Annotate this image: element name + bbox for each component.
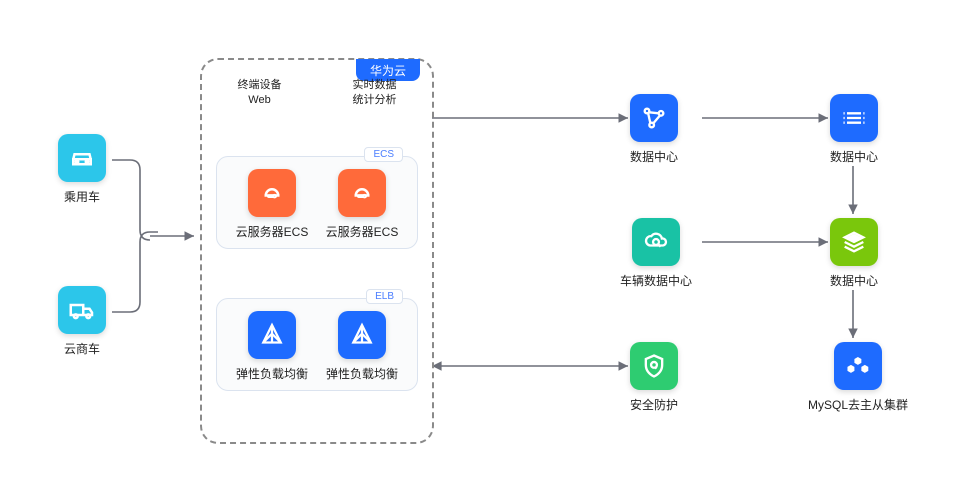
node-truck: 云商车 bbox=[58, 286, 106, 357]
ecs-item-1: 云服务器ECS bbox=[236, 169, 309, 240]
node-r3a: 安全防护 bbox=[630, 342, 678, 413]
elb-item-2: 弹性负载均衡 bbox=[326, 311, 398, 382]
ecs-group: ECS 云服务器ECS 云服务器ECS bbox=[216, 156, 418, 249]
ecs-tag: ECS bbox=[364, 147, 403, 162]
node-r2b: 数据中心 bbox=[830, 218, 878, 289]
node-r1a: 数据中心 bbox=[630, 94, 678, 165]
elb-tag: ELB bbox=[366, 289, 403, 304]
ecs-icon bbox=[248, 169, 296, 217]
shield-icon bbox=[630, 342, 678, 390]
node-r1b: 数据中心 bbox=[830, 94, 878, 165]
ecs-item-2: 云服务器ECS bbox=[326, 169, 399, 240]
layer-icon bbox=[830, 218, 878, 266]
main-headers: 终端设备Web 实时数据统计分析 bbox=[202, 78, 432, 109]
node-r2a: 车辆数据中心 bbox=[620, 218, 692, 289]
ecs-icon bbox=[338, 169, 386, 217]
elb-item-1: 弹性负载均衡 bbox=[236, 311, 308, 382]
elb-group: ELB 弹性负载均衡 弹性负载均衡 bbox=[216, 298, 418, 391]
car-icon bbox=[58, 134, 106, 182]
node-car: 乘用车 bbox=[58, 134, 106, 205]
hdr-2: 实时数据统计分析 bbox=[353, 78, 397, 109]
node-r3b: MySQL去主从集群 bbox=[808, 342, 908, 413]
cloud-search-icon bbox=[632, 218, 680, 266]
car-label: 乘用车 bbox=[64, 188, 100, 205]
data-center-icon bbox=[630, 94, 678, 142]
elb-icon bbox=[248, 311, 296, 359]
hdr-1: 终端设备Web bbox=[238, 78, 282, 109]
main-container: 华为云 终端设备Web 实时数据统计分析 ECS 云服务器ECS 云服务器ECS… bbox=[200, 58, 434, 444]
connections bbox=[0, 0, 960, 500]
truck-icon bbox=[58, 286, 106, 334]
elb-icon bbox=[338, 311, 386, 359]
truck-label: 云商车 bbox=[64, 340, 100, 357]
stack-icon bbox=[830, 94, 878, 142]
cluster-icon bbox=[834, 342, 882, 390]
